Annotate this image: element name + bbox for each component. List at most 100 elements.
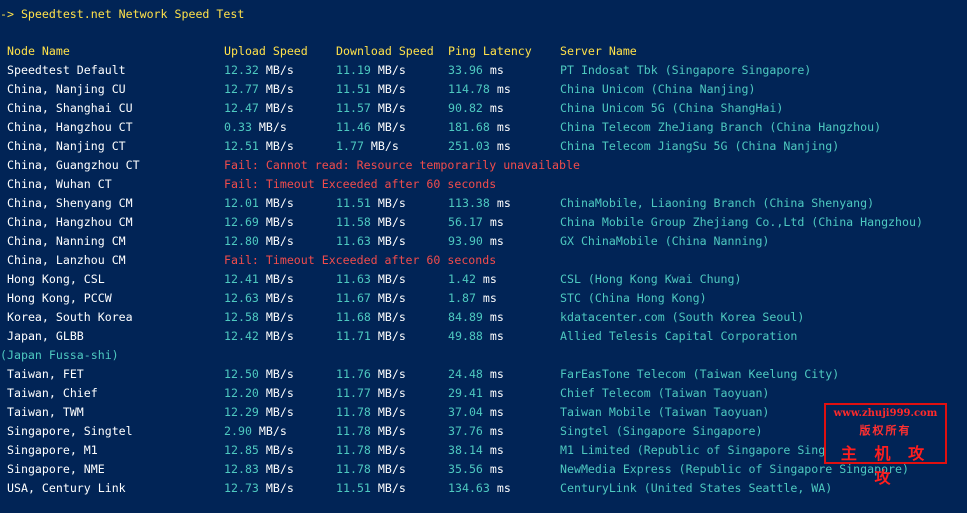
- upload-value: 12.69: [224, 215, 259, 229]
- ping-unit: ms: [489, 367, 504, 381]
- upload-value: 12.32: [224, 63, 259, 77]
- ping-value: 37.76: [448, 424, 483, 438]
- node-name: China, Nanjing CU: [7, 82, 126, 96]
- ping-value: 38.14: [448, 443, 483, 457]
- download-unit: MB/s: [377, 462, 406, 476]
- download-speed: 1.77 MB/s: [336, 137, 399, 156]
- upload-unit: MB/s: [265, 329, 294, 343]
- upload-value: 12.77: [224, 82, 259, 96]
- download-speed: 11.58 MB/s: [336, 213, 406, 232]
- download-value: 11.78: [336, 405, 371, 419]
- ping-unit: ms: [482, 272, 497, 286]
- upload-unit: MB/s: [265, 367, 294, 381]
- download-value: 11.51: [336, 82, 371, 96]
- upload-speed: 12.32 MB/s: [224, 61, 294, 80]
- upload-value: 12.01: [224, 196, 259, 210]
- ping-value: 181.68: [448, 120, 490, 134]
- server-name: PT Indosat Tbk (Singapore Singapore): [560, 63, 812, 77]
- upload-value: 12.83: [224, 462, 259, 476]
- server-name: FarEasTone Telecom (Taiwan Keelung City): [560, 367, 840, 381]
- server-name: CenturyLink (United States Seattle, WA): [560, 481, 833, 495]
- upload-unit: MB/s: [265, 443, 294, 457]
- ping-unit: ms: [489, 424, 504, 438]
- upload-value: 12.50: [224, 367, 259, 381]
- upload-speed: 12.85 MB/s: [224, 441, 294, 460]
- ping-unit: ms: [489, 215, 504, 229]
- ping-unit: ms: [489, 462, 504, 476]
- server-name: China Telecom JiangSu 5G (China Nanjing): [560, 139, 840, 153]
- node-name: Singapore, Singtel: [7, 424, 133, 438]
- ping-latency: 35.56 ms: [448, 460, 504, 479]
- watermark-stamp: www.zhuji999.com 版权所有 主 机 攻 攻: [824, 403, 947, 487]
- node-name: Speedtest Default: [7, 63, 126, 77]
- download-unit: MB/s: [377, 272, 406, 286]
- upload-speed: 12.51 MB/s: [224, 137, 294, 156]
- download-speed: 11.51 MB/s: [336, 194, 406, 213]
- download-speed: 11.51 MB/s: [336, 80, 406, 99]
- ping-unit: ms: [489, 329, 504, 343]
- upload-unit: MB/s: [265, 386, 294, 400]
- upload-unit: MB/s: [258, 120, 287, 134]
- upload-unit: MB/s: [265, 234, 294, 248]
- ping-value: 1.42: [448, 272, 476, 286]
- ping-unit: ms: [482, 291, 497, 305]
- node-name: Japan, GLBB: [7, 329, 84, 343]
- ping-latency: 38.14 ms: [448, 441, 504, 460]
- upload-unit: MB/s: [265, 63, 294, 77]
- download-speed: 11.78 MB/s: [336, 441, 406, 460]
- error-message: Fail: Timeout Exceeded after 60 seconds: [224, 177, 497, 191]
- upload-speed: 2.90 MB/s: [224, 422, 287, 441]
- node-name: Taiwan, Chief: [7, 386, 98, 400]
- node-name: China, Guangzhou CT: [7, 158, 140, 172]
- download-unit: MB/s: [377, 196, 406, 210]
- node-name: USA, Century Link: [7, 481, 126, 495]
- node-name: China, Nanjing CT: [7, 139, 126, 153]
- upload-speed: 12.47 MB/s: [224, 99, 294, 118]
- upload-speed: 0.33 MB/s: [224, 118, 287, 137]
- upload-value: 12.47: [224, 101, 259, 115]
- upload-unit: MB/s: [265, 215, 294, 229]
- upload-speed: 12.69 MB/s: [224, 213, 294, 232]
- download-speed: 11.78 MB/s: [336, 460, 406, 479]
- ping-latency: 1.87 ms: [448, 289, 497, 308]
- download-speed: 11.51 MB/s: [336, 479, 406, 498]
- ping-value: 37.04: [448, 405, 483, 419]
- server-name: M1 Limited (Republic of Singapore Singap…: [560, 443, 868, 457]
- watermark-brand: 主 机 攻 攻: [840, 444, 931, 487]
- ping-latency: 114.78 ms: [448, 80, 511, 99]
- upload-value: 12.20: [224, 386, 259, 400]
- ping-unit: ms: [496, 120, 511, 134]
- ping-latency: 93.90 ms: [448, 232, 504, 251]
- download-unit: MB/s: [377, 310, 406, 324]
- ping-unit: ms: [496, 139, 511, 153]
- upload-speed: 12.58 MB/s: [224, 308, 294, 327]
- download-unit: MB/s: [377, 329, 406, 343]
- speedtest-title: -> Speedtest.net Network Speed Test: [0, 7, 245, 21]
- download-unit: MB/s: [377, 234, 406, 248]
- download-value: 11.76: [336, 367, 371, 381]
- upload-speed: 12.73 MB/s: [224, 479, 294, 498]
- server-name: Taiwan Mobile (Taiwan Taoyuan): [560, 405, 770, 419]
- server-name: China Mobile Group Zhejiang Co.,Ltd (Chi…: [560, 215, 923, 229]
- download-unit: MB/s: [377, 367, 406, 381]
- download-speed: 11.78 MB/s: [336, 422, 406, 441]
- download-value: 11.78: [336, 443, 371, 457]
- upload-speed: 12.01 MB/s: [224, 194, 294, 213]
- ping-value: 35.56: [448, 462, 483, 476]
- ping-unit: ms: [489, 310, 504, 324]
- download-speed: 11.57 MB/s: [336, 99, 406, 118]
- ping-value: 134.63: [448, 481, 490, 495]
- download-value: 11.19: [336, 63, 371, 77]
- ping-latency: 33.96 ms: [448, 61, 504, 80]
- header-upload-speed: Upload Speed: [224, 44, 308, 58]
- download-value: 11.51: [336, 481, 371, 495]
- ping-value: 1.87: [448, 291, 476, 305]
- node-name: China, Wuhan CT: [7, 177, 112, 191]
- upload-value: 0.33: [224, 120, 252, 134]
- upload-unit: MB/s: [265, 291, 294, 305]
- node-name: Hong Kong, CSL: [7, 272, 105, 286]
- upload-speed: 12.63 MB/s: [224, 289, 294, 308]
- upload-speed: 12.42 MB/s: [224, 327, 294, 346]
- upload-value: 12.80: [224, 234, 259, 248]
- upload-unit: MB/s: [265, 310, 294, 324]
